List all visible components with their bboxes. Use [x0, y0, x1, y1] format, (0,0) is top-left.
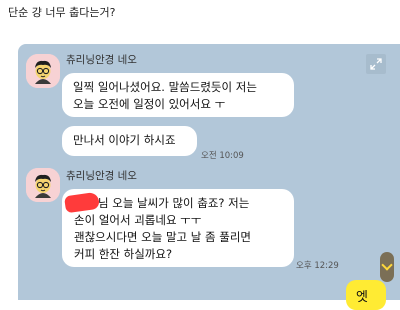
- expand-icon[interactable]: [366, 54, 386, 74]
- sender-name: 츄리닝안경 네오: [66, 54, 137, 66]
- message-line: 커피 한잔 하실까요?: [74, 247, 173, 261]
- message-time: 오전 10:09: [201, 151, 244, 161]
- message-time: 오후 12:29: [296, 261, 339, 271]
- sender-avatar[interactable]: [26, 54, 60, 88]
- neo-avatar-icon: [26, 168, 60, 202]
- message-line: 괜찮으시다면 오늘 말고 날 좀 풀리면: [74, 230, 251, 244]
- chevron-down-icon: [381, 259, 393, 271]
- sender-name: 츄리닝안경 네오: [66, 170, 137, 182]
- message-bubble[interactable]: 만나서 이야기 하시죠: [62, 126, 197, 156]
- sender-avatar[interactable]: [26, 168, 60, 202]
- message-bubble[interactable]: 님 오늘 날씨가 많이 춥죠? 저는 손이 얼어서 괴롭네요 ㅜㅜ 괜찮으시다면…: [62, 189, 294, 267]
- my-message-bubble[interactable]: 엣: [346, 280, 386, 310]
- message-line: 만나서 이야기 하시죠: [73, 133, 176, 147]
- previous-message-text: 단순 걍 너무 춥다는거?: [8, 6, 116, 19]
- scroll-down-button[interactable]: [380, 252, 394, 282]
- message-bubble[interactable]: 일찍 일어나셨어요. 말씀드렸듯이 저는 오늘 오전에 일정이 있어서요 ㅜ: [62, 73, 294, 117]
- my-message-text: 엣: [356, 290, 368, 305]
- neo-avatar-icon: [26, 54, 60, 88]
- chat-panel[interactable]: 츄리닝안경 네오 일찍 일어나셨어요. 말씀드렸듯이 저는 오늘 오전에 일정이…: [18, 44, 400, 300]
- message-line: 오늘 오전에 일정이 있어서요 ㅜ: [73, 97, 226, 111]
- message-line: 님 오늘 날씨가 많이 춥죠? 저는: [98, 196, 250, 210]
- message-line: 손이 얼어서 괴롭네요 ㅜㅜ: [74, 213, 202, 227]
- message-line: 일찍 일어나셨어요. 말씀드렸듯이 저는: [73, 80, 257, 94]
